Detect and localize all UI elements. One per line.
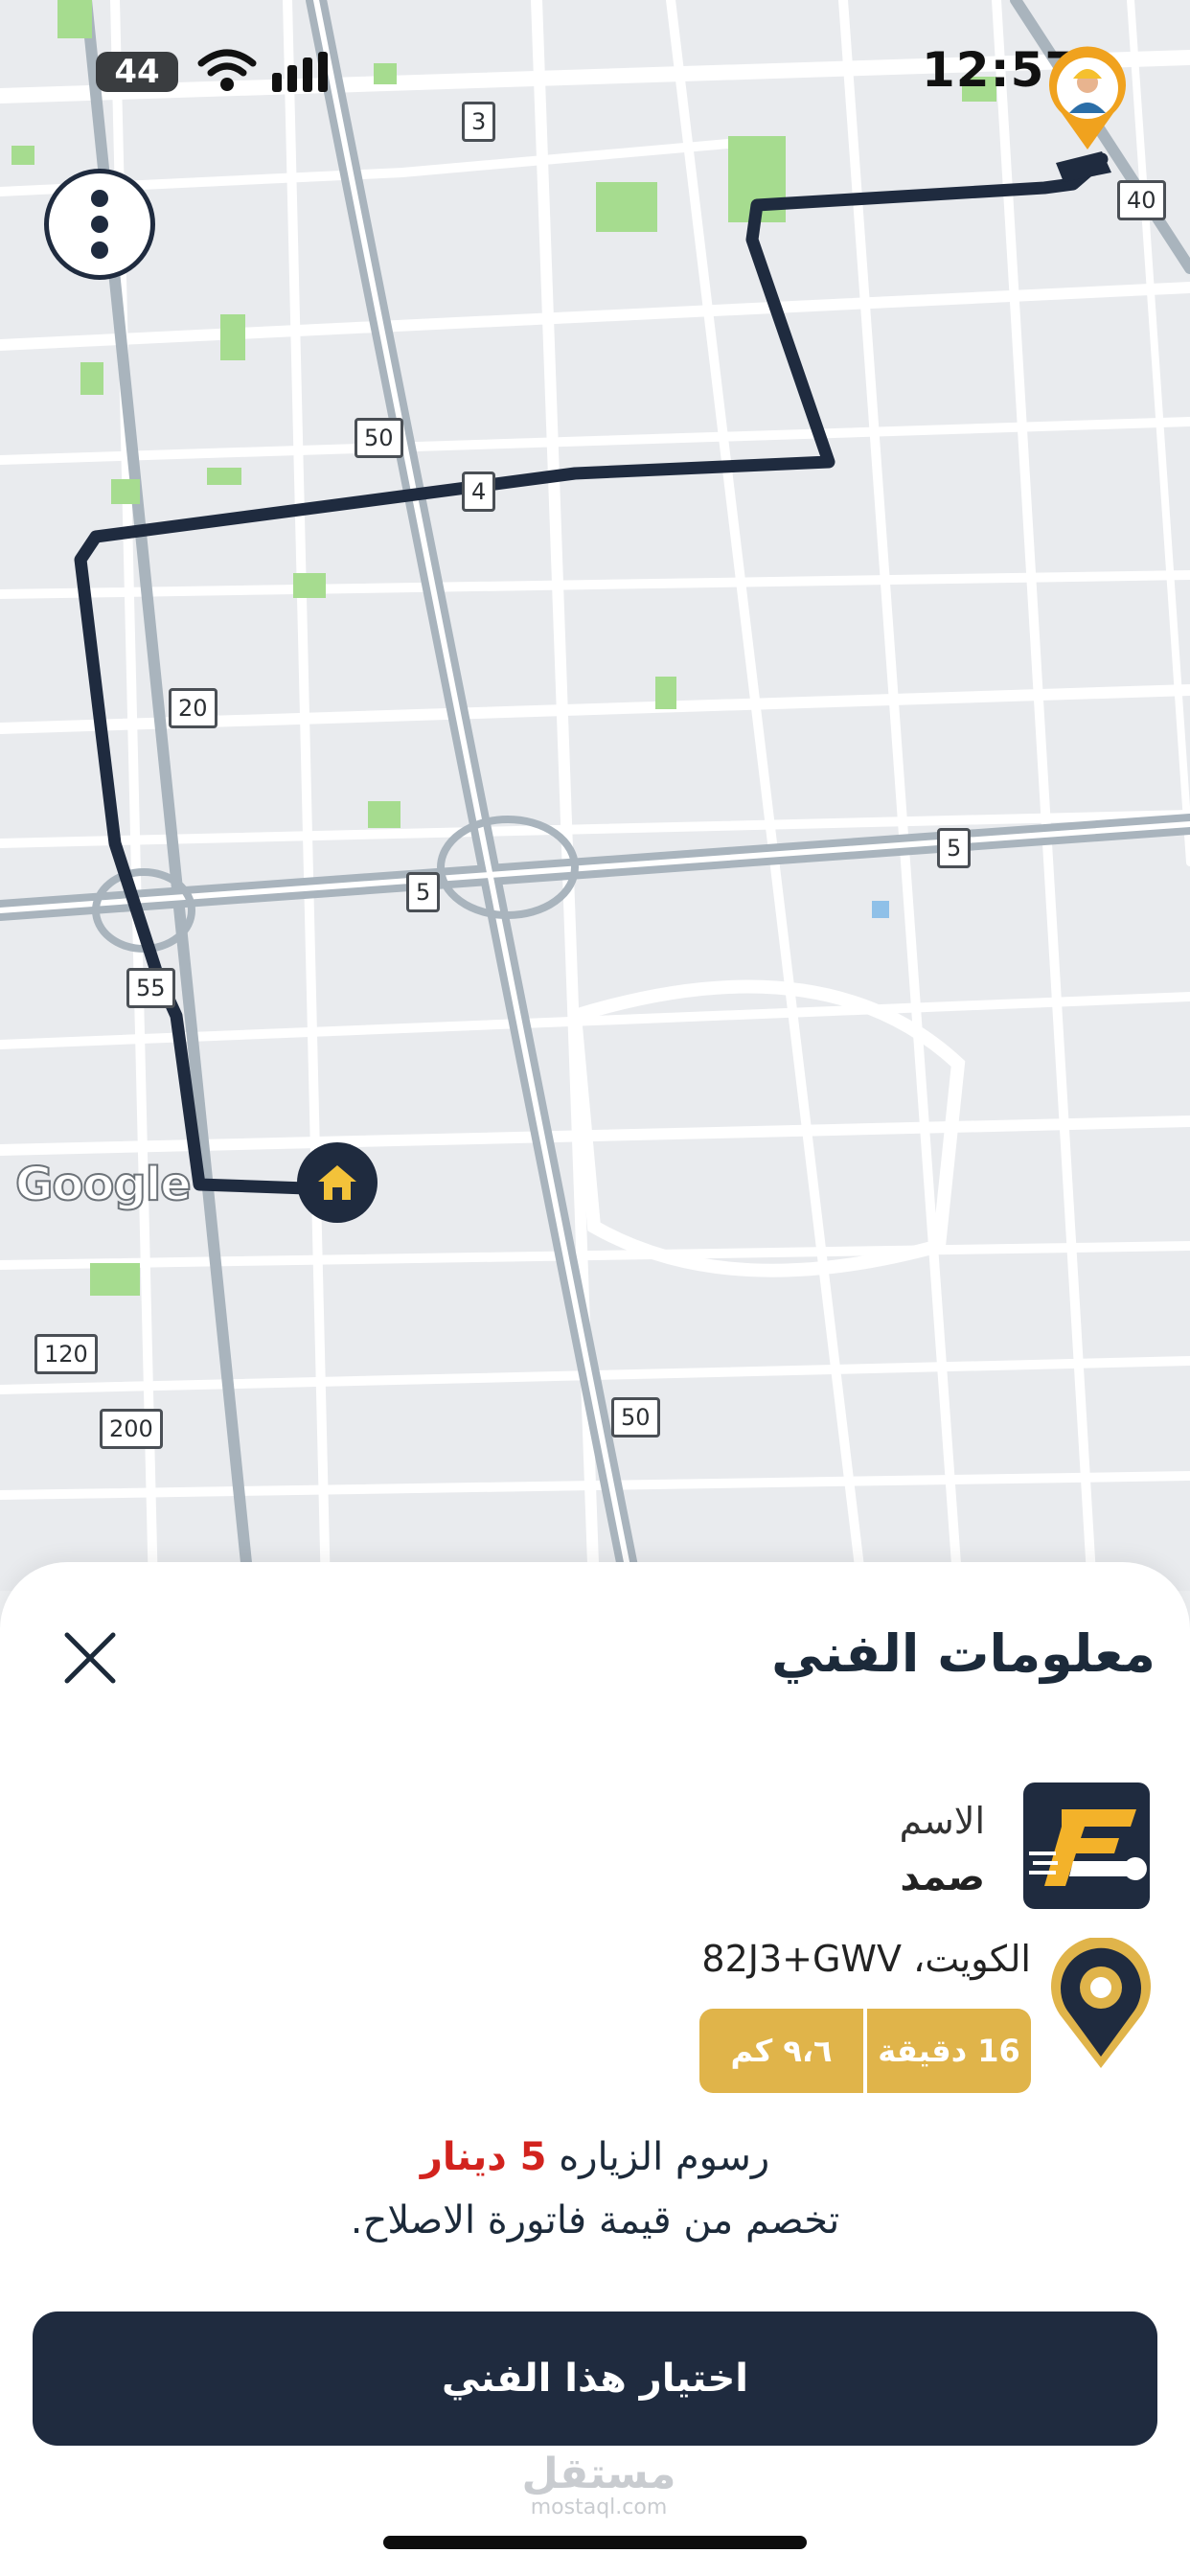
visit-fee-label: رسوم الزياره — [559, 2135, 770, 2179]
menu-icon — [91, 190, 108, 207]
menu-icon — [91, 216, 108, 233]
road-label: 50 — [355, 418, 403, 458]
select-technician-button[interactable]: اختيار هذا الفني — [33, 2312, 1157, 2446]
road-label: 5 — [406, 872, 441, 912]
technician-logo — [1023, 1782, 1150, 1909]
technician-info-sheet: معلومات الفني الاسم صمد الكويت، 82J3+GWV… — [0, 1562, 1190, 2576]
signal-icon — [272, 52, 328, 92]
wrench-logo-icon — [1029, 1809, 1147, 1886]
visit-fee-amount: 5 دينار — [420, 2135, 547, 2179]
road-label: 200 — [100, 1409, 163, 1449]
technician-name-label: الاسم — [899, 1800, 985, 1842]
home-marker-icon[interactable] — [297, 1142, 378, 1223]
road-label: 55 — [126, 968, 175, 1008]
location-pin-icon — [1051, 1938, 1151, 2068]
watermark: مستقل mostaql.com — [517, 2453, 680, 2520]
road-label: 120 — [34, 1334, 98, 1374]
distance-chip: ٩،٦ كم — [730, 2033, 833, 2069]
home-icon — [318, 1165, 356, 1200]
technician-name: صمد — [900, 1855, 985, 1899]
home-indicator[interactable] — [383, 2536, 807, 2549]
menu-icon — [91, 242, 108, 259]
road-label: 4 — [462, 472, 496, 512]
wifi-icon — [197, 49, 257, 91]
watermark-arabic: مستقل — [521, 2450, 676, 2498]
road-label: 20 — [169, 688, 217, 728]
road-label: 5 — [937, 828, 972, 868]
duration-chip: 16 دقيقة — [878, 2033, 1020, 2069]
watermark-url: mostaql.com — [530, 2496, 668, 2519]
menu-button[interactable] — [44, 169, 155, 280]
road-label: 50 — [611, 1397, 660, 1438]
visit-fee: رسوم الزياره 5 دينار — [0, 2135, 1190, 2179]
google-logo: Google — [14, 1157, 193, 1212]
technician-location: الكويت، 82J3+GWV — [701, 1938, 1031, 1980]
road-label: 40 — [1117, 180, 1166, 220]
eta-chips: ٩،٦ كم 16 دقيقة — [699, 2009, 1031, 2093]
visit-fee-note: تخصم من قيمة فاتورة الاصلاح. — [350, 2198, 840, 2242]
map-canvas — [0, 0, 1190, 1591]
map-view[interactable]: 3 40 50 4 20 5 5 55 120 200 50 44 12:57 — [0, 0, 1190, 1591]
status-bar: 44 12:57 — [0, 0, 1190, 144]
battery-indicator: 44 — [96, 52, 178, 92]
sheet-title: معلومات الفني — [771, 1623, 1156, 1684]
close-icon[interactable] — [59, 1627, 121, 1689]
technician-pin-icon — [1049, 46, 1126, 150]
